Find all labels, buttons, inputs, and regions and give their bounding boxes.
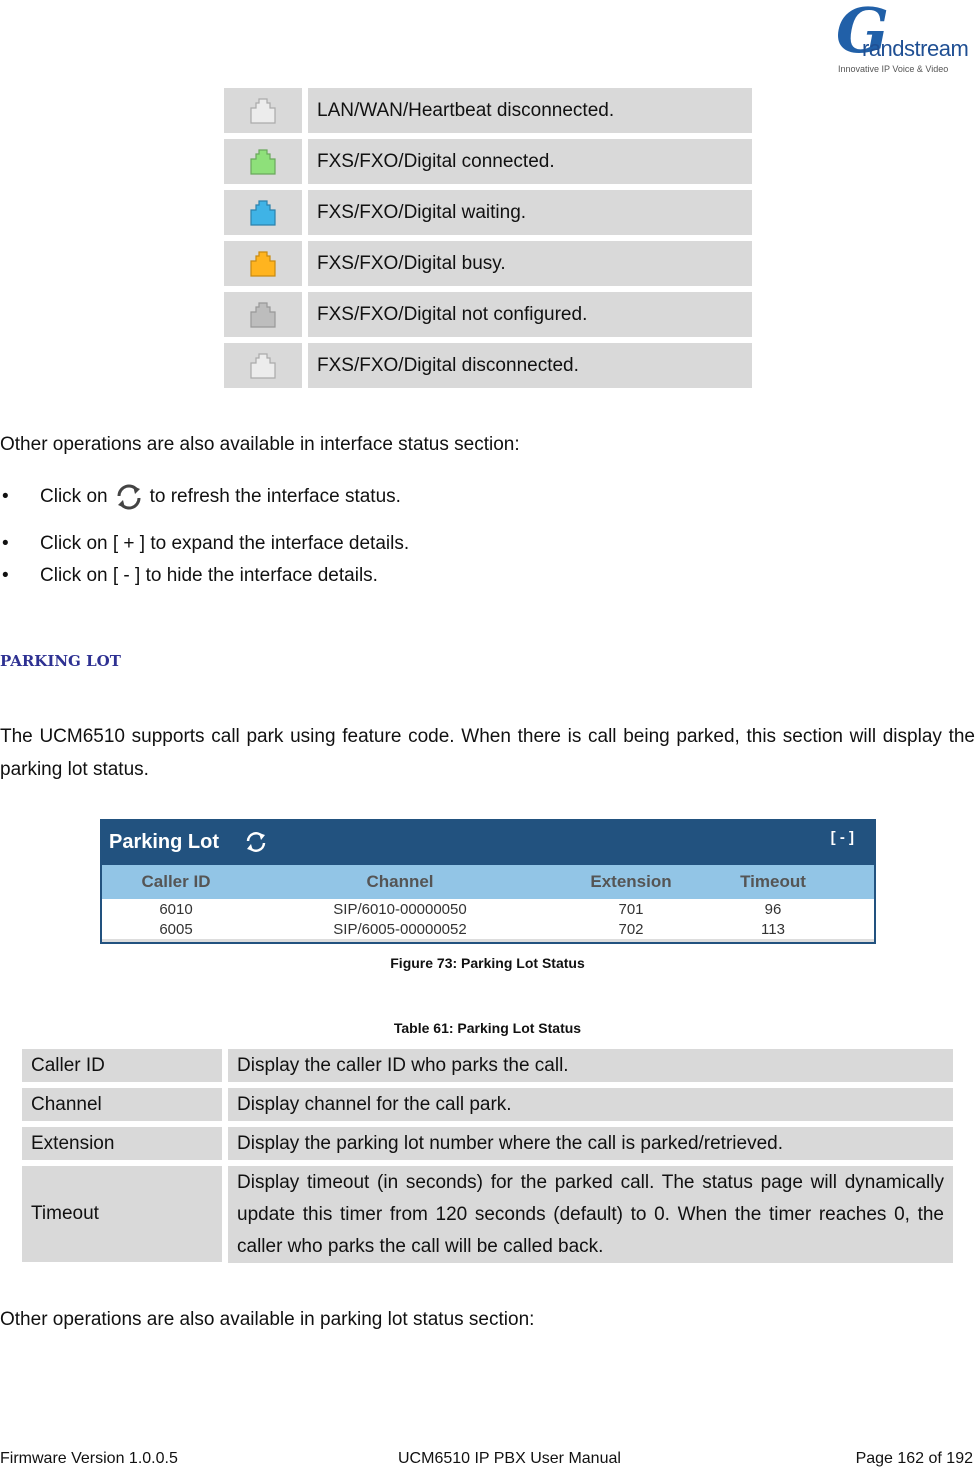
section-body: The UCM6510 supports call park using fea… [0, 726, 975, 780]
column-header-timeout: Timeout [740, 872, 806, 891]
cell-timeout: 113 [761, 920, 785, 938]
legend-label: FXS/FXO/Digital busy. [308, 241, 752, 286]
table-value: Display the parking lot number where the… [228, 1127, 953, 1160]
port-icon-disconnected-lan [250, 97, 276, 124]
table-caption: Table 61: Parking Lot Status [393, 1020, 582, 1036]
bullet-icon: • [2, 486, 9, 507]
cell-timeout: 96 [764, 900, 782, 918]
legend-row: FXS/FXO/Digital connected. [224, 139, 752, 184]
legend-label: FXS/FXO/Digital not configured. [308, 292, 752, 337]
logo-word: randstream [862, 36, 969, 61]
bullet-text-after: to refresh the interface status. [149, 486, 401, 507]
cell-caller-id: 6010 [159, 900, 193, 918]
panel-scrollbar [102, 939, 874, 942]
panel-title: Parking Lot [109, 831, 220, 853]
bullet-item: • Click on [ - ] to hide the interface d… [0, 565, 378, 587]
interface-ops-intro: Other operations are also available in i… [0, 434, 520, 455]
cell-channel: SIP/6010-00000050 [333, 900, 467, 918]
legend-row: FXS/FXO/Digital waiting. [224, 190, 752, 235]
legend-label: FXS/FXO/Digital disconnected. [308, 343, 752, 388]
legend-row: LAN/WAN/Heartbeat disconnected. [224, 88, 752, 133]
legend-row: FXS/FXO/Digital busy. [224, 241, 752, 286]
status-legend-table: LAN/WAN/Heartbeat disconnected. FXS/FXO/… [224, 88, 752, 394]
refresh-icon[interactable] [244, 830, 268, 854]
figure-caption: Figure 73: Parking Lot Status [390, 955, 585, 971]
table-row: Caller ID Display the caller ID who park… [22, 1049, 953, 1082]
table-row: 6005 SIP/6005-00000052 702 113 [102, 919, 874, 939]
legend-label: FXS/FXO/Digital connected. [308, 139, 752, 184]
bullet-text: Click on [ - ] to hide the interface det… [40, 565, 378, 586]
parking-lot-panel: Parking Lot [ - ] Caller ID Channel Exte… [100, 819, 876, 944]
closing-paragraph: Other operations are also available in p… [0, 1309, 535, 1330]
table-key: Caller ID [22, 1049, 222, 1082]
cell-extension: 702 [618, 920, 644, 938]
table-key: Channel [22, 1088, 222, 1121]
table-value: Display timeout (in seconds) for the par… [228, 1166, 953, 1263]
logo-tagline: Innovative IP Voice & Video [838, 64, 949, 74]
cell-channel: SIP/6005-00000052 [333, 920, 467, 938]
legend-label: FXS/FXO/Digital waiting. [308, 190, 752, 235]
column-header-extension: Extension [590, 872, 672, 891]
port-icon-disconnected [250, 352, 276, 379]
column-headers: Caller ID Channel Extension Timeout [102, 865, 874, 899]
table-key: Extension [22, 1127, 222, 1160]
footer-manual-title: UCM6510 IP PBX User Manual [398, 1450, 621, 1467]
table-row: Channel Display channel for the call par… [22, 1088, 953, 1121]
bullet-text: Click on [ + ] to expand the interface d… [40, 533, 410, 554]
footer-page-number: Page 162 of 192 [855, 1450, 973, 1467]
table-value: Display channel for the call park. [228, 1088, 953, 1121]
section-heading: PARKING LOT [0, 652, 121, 670]
collapse-toggle[interactable]: [ - ] [831, 829, 854, 846]
refresh-icon [117, 484, 141, 510]
cell-extension: 701 [618, 900, 644, 918]
panel-header: Parking Lot [ - ] [102, 821, 874, 865]
cell-caller-id: 6005 [159, 920, 193, 938]
port-icon-busy [250, 250, 276, 277]
bullet-item: • Click on to refresh the interface stat… [0, 482, 401, 512]
column-header-caller-id: Caller ID [141, 872, 211, 891]
bullet-icon: • [2, 533, 9, 554]
parking-lot-status-table: Caller ID Display the caller ID who park… [22, 1049, 953, 1269]
bullet-text-before: Click on [40, 486, 108, 507]
legend-label: LAN/WAN/Heartbeat disconnected. [308, 88, 752, 133]
footer-firmware: Firmware Version 1.0.0.5 [0, 1450, 178, 1467]
legend-row: FXS/FXO/Digital disconnected. [224, 343, 752, 388]
table-row: Timeout Display timeout (in seconds) for… [22, 1166, 953, 1263]
port-icon-connected [250, 148, 276, 175]
bullet-item: • Click on [ + ] to expand the interface… [0, 533, 409, 555]
table-value: Display the caller ID who parks the call… [228, 1049, 953, 1082]
table-row: Extension Display the parking lot number… [22, 1127, 953, 1160]
table-key: Timeout [22, 1166, 222, 1262]
port-icon-not-configured [250, 301, 276, 328]
table-row: 6010 SIP/6010-00000050 701 96 [102, 899, 874, 919]
column-header-channel: Channel [366, 872, 434, 891]
legend-row: FXS/FXO/Digital not configured. [224, 292, 752, 337]
bullet-icon: • [2, 565, 9, 586]
grandstream-logo: G randstream Innovative IP Voice & Video [832, 0, 969, 76]
port-icon-waiting [250, 199, 276, 226]
